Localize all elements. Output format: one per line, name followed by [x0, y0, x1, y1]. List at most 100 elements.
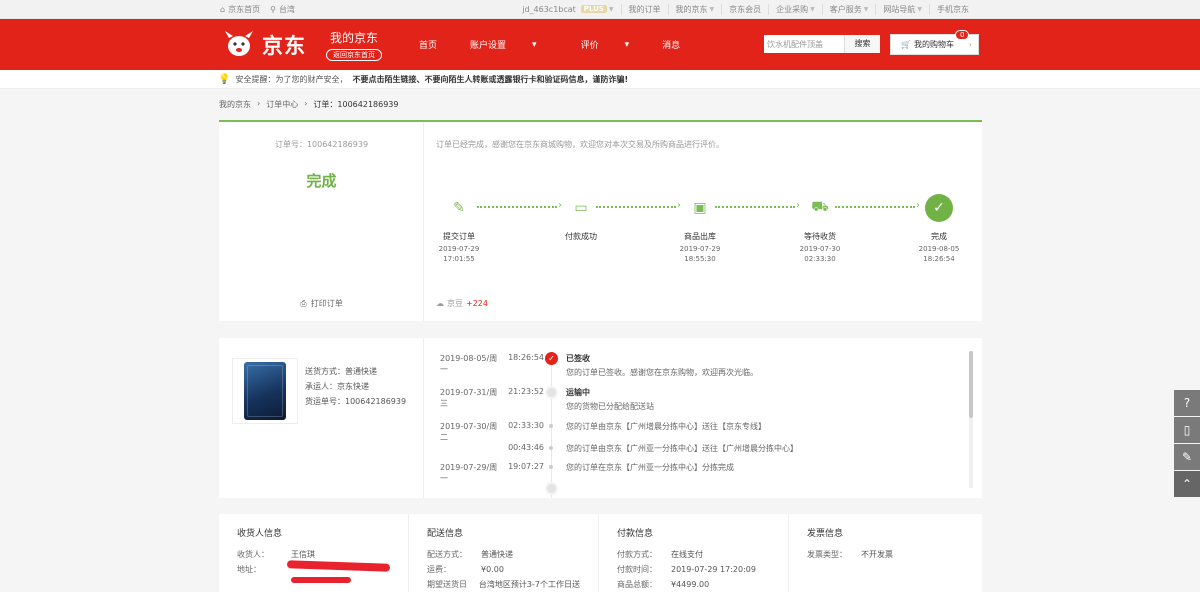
beans-icon: ☁ — [436, 299, 444, 308]
breadcrumb-current: 订单：100642186939 — [313, 100, 399, 109]
delivery-info-title: 配送信息 — [427, 529, 464, 539]
mobile-button[interactable]: ▯ — [1174, 417, 1200, 443]
plus-badge: PLUS — [580, 5, 607, 13]
search-input[interactable]: 饮水机配件顶盖 — [764, 35, 844, 53]
search-box: 饮水机配件顶盖 搜索 — [764, 35, 880, 53]
order-progress: 订单已经完成，感谢您在京东商城购物，欢迎您对本次交易及所购商品进行评价。 ✎ 提… — [424, 122, 982, 321]
timeline-dot — [549, 424, 553, 428]
jd-logo[interactable]: 京东 — [220, 29, 320, 61]
pencil-icon: ✎ — [1181, 450, 1193, 464]
credit-card-icon: ▭ — [574, 200, 588, 216]
order-info-panel: 收货人信息 收货人： 王信琪 地址： 配送信息 配送方式： 普通快递 运费： ¥0.0… — [219, 514, 982, 592]
breadcrumb-order-center[interactable]: 订单中心 — [266, 99, 298, 110]
chevron-up-icon: ⌃ — [1181, 477, 1193, 491]
breadcrumb-my-jd[interactable]: 我的京东 — [219, 99, 251, 110]
mobile-phone-icon: ▯ — [1183, 423, 1191, 437]
tracking-number: 货运单号：100642186939 — [305, 397, 407, 406]
nav-home[interactable]: 首页 — [408, 38, 448, 51]
printer-icon: ⎙ — [300, 298, 307, 308]
feedback-button[interactable]: ✎ — [1174, 444, 1200, 470]
timeline-scrollbar[interactable] — [969, 351, 973, 418]
logo-text: 京东 — [262, 33, 306, 58]
site-nav-link[interactable]: 网站导航 ▼ — [875, 3, 929, 15]
carrier: 承运人：京东快递 — [305, 382, 369, 391]
nav-messages[interactable]: 消息 — [651, 38, 691, 51]
header: 京东 我的京东 返回京东首页 首页 账户设置 ▾ 评价 ▾ 消息 饮水机配件顶盖 搜… — [0, 19, 1200, 70]
truck-icon: ⛟ — [811, 199, 829, 215]
document-edit-icon: ✎ — [453, 200, 465, 216]
home-icon: ⌂ — [220, 4, 226, 14]
timeline-line — [551, 358, 552, 498]
my-jd-title: 我的京东 返回京东首页 — [326, 29, 382, 61]
order-number: 订单号：100642186939 — [274, 140, 369, 149]
lightbulb-icon: 💡 — [218, 73, 231, 85]
progress-connector — [477, 200, 562, 211]
help-button[interactable]: ? — [1174, 390, 1200, 416]
payment-info: 付款信息 付款方式： 在线支付 付款时间： 2019-07-29 17:20:09 … — [599, 514, 789, 592]
step-awaiting-receipt: ⛟ 等待收货 2019-07-30 02:33:30 — [790, 194, 850, 264]
customer-service-link[interactable]: 客户服务 ▼ — [821, 3, 876, 15]
chevron-right-icon: › — [968, 40, 972, 49]
invoice-info-title: 发票信息 — [807, 529, 844, 539]
back-to-top-button[interactable]: ⌃ — [1174, 471, 1200, 497]
logistics-panel: 送货方式：普通快递 承运人：京东快递 货运单号：100642186939 201… — [219, 338, 982, 498]
tracking-timeline-container: 2019-08-05/周一 18:26:54 ✓ 已签收 您的订单已签收。感谢您… — [424, 338, 982, 498]
jd-beans-reward: ☁ 京豆 +224 — [436, 299, 488, 308]
document-check-icon: ✓ — [925, 194, 953, 222]
jd-dog-mascot-icon — [225, 30, 253, 56]
receiver-info: 收货人信息 收货人： 王信琪 地址： — [219, 514, 409, 592]
order-summary: 订单号：100642186939 完成 ⎙ 打印订单 — [219, 122, 424, 321]
chevron-down-icon: ▼ — [863, 5, 869, 13]
step-shipped: ▣ 商品出库 2019-07-29 18:55:30 — [670, 194, 730, 264]
chevron-down-icon: ▾ — [532, 39, 537, 50]
shipment-details: 送货方式：普通快递 承运人：京东快递 货运单号：100642186939 — [305, 364, 406, 409]
username-link[interactable]: jd_463c1bcat PLUS ▼ — [515, 5, 620, 14]
timeline-dot — [549, 465, 553, 469]
security-notice: 💡 安全提醒：为了您的财产安全， 不要点击陌生链接、不要向陌生人转账或透露银行卡和… — [0, 70, 1200, 89]
back-to-home-button[interactable]: 返回京东首页 — [326, 48, 382, 61]
main-nav: 首页 账户设置 ▾ 评价 ▾ 消息 — [408, 38, 691, 52]
delivery-method: 送货方式：普通快递 — [305, 367, 377, 376]
nav-account-settings[interactable]: 账户设置 ▾ — [448, 38, 559, 52]
home-link[interactable]: ⌂ 京东首页 — [220, 4, 260, 15]
chevron-down-icon: ▼ — [608, 5, 614, 13]
jd-member-link[interactable]: 京东会员 — [721, 3, 768, 15]
cart-button[interactable]: 🛒 我的购物车 0 › — [890, 30, 979, 55]
transit-icon — [545, 386, 558, 399]
chevron-down-icon: ▼ — [917, 5, 922, 13]
side-toolbar: ? ▯ ✎ ⌃ — [1174, 390, 1200, 498]
timeline-dot — [549, 446, 553, 450]
mobile-jd-link[interactable]: 手机京东 — [929, 3, 976, 15]
package-icon: ▣ — [693, 200, 707, 216]
chevron-down-icon: ▼ — [709, 5, 715, 13]
cart-icon: 🛒 — [901, 40, 911, 49]
search-button[interactable]: 搜索 — [844, 35, 880, 53]
order-status-panel: 订单号：100642186939 完成 ⎙ 打印订单 订单已经完成，感谢您在京东… — [219, 120, 982, 321]
nav-reviews[interactable]: 评价 ▾ — [559, 38, 652, 52]
redacted-address-line — [291, 577, 351, 583]
redacted-address — [287, 560, 391, 572]
location-pin-icon: ⚲ — [270, 4, 276, 14]
my-jd-link[interactable]: 我的京东 ▼ — [667, 3, 722, 15]
shipment-summary: 送货方式：普通快递 承运人：京东快递 货运单号：100642186939 — [219, 338, 424, 498]
enterprise-link[interactable]: 企业采购 ▼ — [768, 3, 822, 15]
top-bar: ⌂ 京东首页 ⚲ 台湾 jd_463c1bcat PLUS ▼ 我的订单 我的京东 ▼ 京… — [0, 0, 1200, 19]
breadcrumb: 我的京东 › 订单中心 › 订单：100642186939 — [219, 99, 398, 110]
payment-info-title: 付款信息 — [617, 529, 654, 539]
phone-image — [244, 362, 286, 420]
invoice-info: 发票信息 发票类型： 不开发票 — [789, 514, 979, 592]
receiver-info-title: 收货人信息 — [237, 529, 283, 539]
tracking-timeline: 2019-08-05/周一 18:26:54 ✓ 已签收 您的订单已签收。感谢您… — [436, 338, 972, 498]
step-complete: ✓ 完成 2019-08-05 18:26:54 — [909, 194, 969, 264]
timeline-dot — [545, 482, 558, 495]
checkmark-icon: ✓ — [545, 352, 558, 365]
step-payment-success: ▭ 付款成功 — [551, 194, 611, 242]
my-orders-link[interactable]: 我的订单 — [620, 3, 668, 15]
help-icon: ? — [1183, 396, 1191, 410]
step-submit-order: ✎ 提交订单 2019-07-29 17:01:55 — [429, 194, 489, 264]
location-link[interactable]: ⚲ 台湾 — [270, 4, 295, 15]
chevron-right-icon: › — [304, 99, 308, 108]
print-order-button[interactable]: ⎙ 打印订单 — [219, 298, 424, 309]
product-thumbnail[interactable] — [232, 358, 298, 424]
order-status: 完成 — [306, 172, 337, 190]
